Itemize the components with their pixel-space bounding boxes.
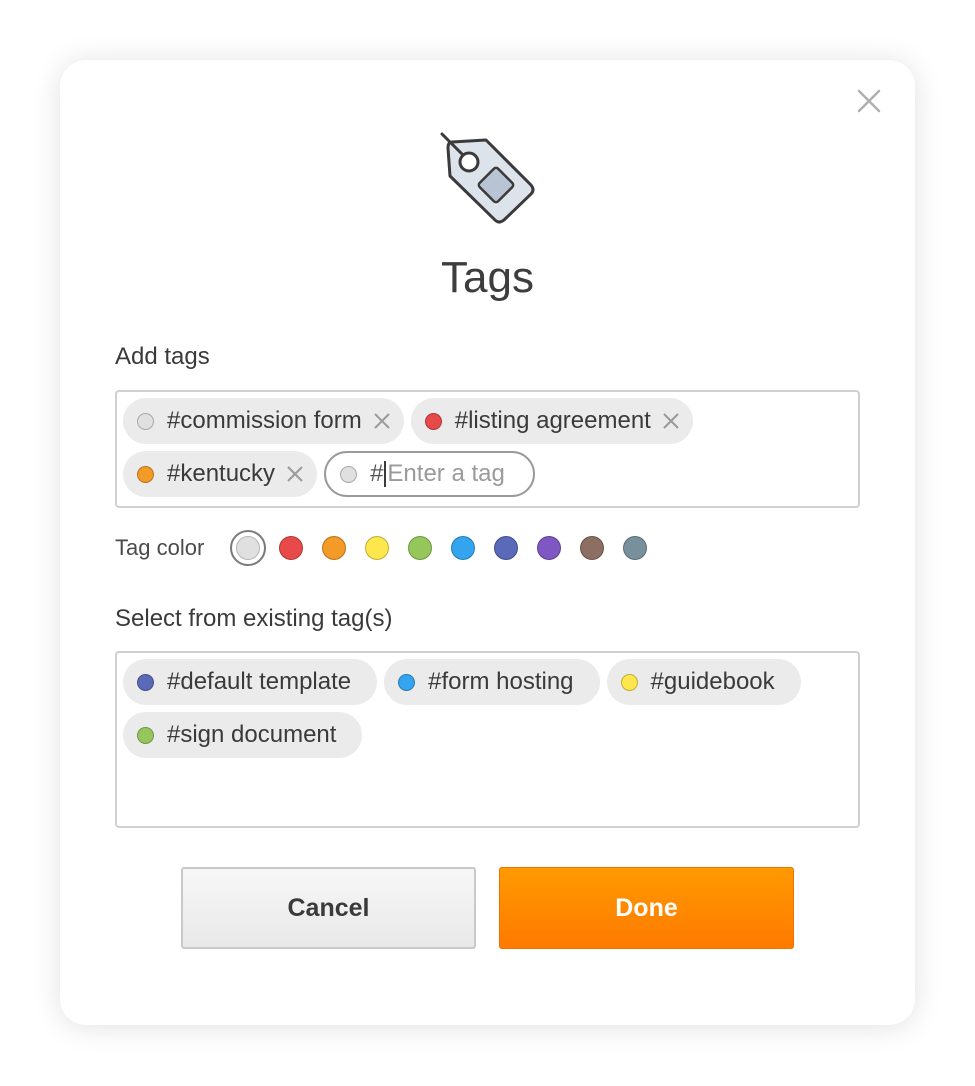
color-swatch[interactable] [537,536,562,560]
added-tag-chip: #listing agreement [410,398,693,444]
close-icon[interactable] [856,88,882,114]
existing-tag-chip[interactable]: #sign document [123,712,363,758]
tag-color-dot-icon [137,726,154,744]
remove-tag-icon[interactable] [372,411,392,431]
remove-tag-icon[interactable] [661,411,681,431]
added-tag-label: #listing agreement [454,407,651,434]
color-swatch[interactable] [451,536,476,560]
color-swatch[interactable] [494,536,519,560]
tag-color-dot-icon [340,465,358,483]
tag-color-dot-icon [137,465,154,483]
color-swatch[interactable] [279,536,304,560]
dialog-title: Tags [441,253,534,302]
tag-color-dot-icon [137,412,154,430]
added-tag-chip: #commission form [123,398,404,444]
existing-tag-chip[interactable]: #default template [123,659,378,705]
existing-tag-label: #form hosting [428,668,574,695]
add-tags-label: Add tags [115,343,210,370]
existing-tags-box: #default template #form hosting #guidebook… [115,651,860,828]
color-swatch[interactable] [408,536,433,560]
existing-tags-label: Select from existing tag(s) [115,605,393,632]
added-tags-list: #commission form #listing agreement #kentu… [123,398,852,497]
tag-color-dot-icon [137,673,154,691]
tag-color-label: Tag color [115,535,205,560]
tag-icon [440,132,535,224]
existing-tag-label: #guidebook [650,668,775,695]
color-swatch[interactable] [580,536,605,560]
color-swatch[interactable] [623,536,648,560]
color-swatch-inner [236,536,261,560]
add-tags-box[interactable]: #commission form #listing agreement #kentu… [115,390,860,508]
existing-tag-chip[interactable]: #form hosting [384,659,600,705]
color-swatch-selected[interactable] [230,530,267,566]
tags-dialog: Tags Add tags #commission form #listing a… [60,60,915,1025]
existing-tag-chip[interactable]: #guidebook [606,659,801,705]
done-button[interactable]: Done [499,867,794,949]
text-caret [384,461,387,487]
tag-input[interactable] [387,460,518,488]
remove-tag-icon[interactable] [285,464,305,484]
tag-color-dot-icon [424,412,442,430]
existing-tags-list: #default template #form hosting #guidebook… [123,659,852,758]
added-tag-label: #kentucky [167,460,276,487]
cancel-button[interactable]: Cancel [181,867,476,949]
added-tag-label: #commission form [167,407,362,434]
color-swatch[interactable] [322,536,347,560]
color-swatch[interactable] [365,536,390,560]
added-tag-chip: #kentucky [123,451,318,497]
tag-color-picker: Tag color [115,530,666,566]
existing-tag-label: #default template [167,668,352,695]
hash-prefix: # [370,460,384,487]
tag-color-dot-icon [620,673,638,691]
tag-input-pill[interactable]: # [324,451,536,497]
existing-tag-label: #sign document [167,721,337,748]
tag-color-dot-icon [398,673,416,691]
